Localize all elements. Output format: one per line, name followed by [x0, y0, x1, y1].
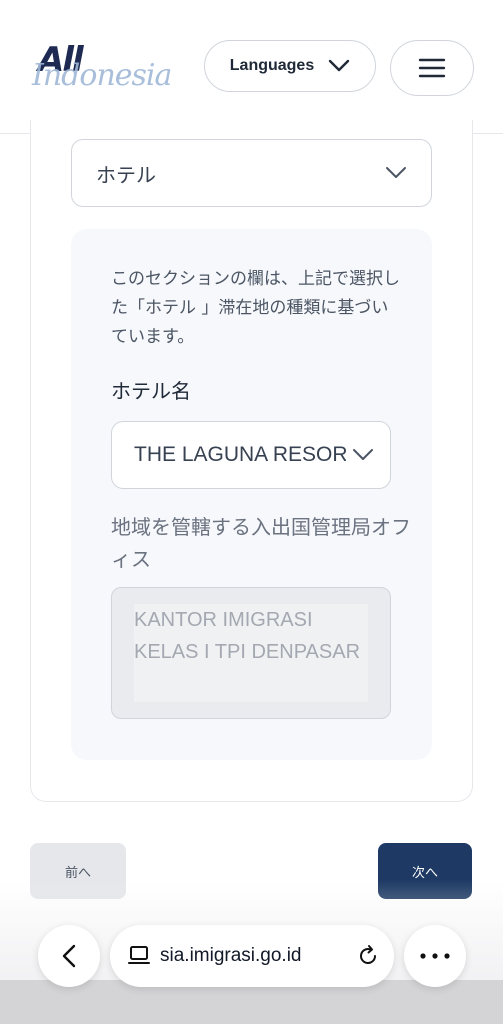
chevron-left-icon [62, 944, 76, 968]
languages-button[interactable]: Languages [204, 40, 376, 92]
hotel-name-value: THE LAGUNA RESORT [134, 443, 346, 466]
hotel-name-label: ホテル名 [111, 379, 191, 403]
hamburger-menu-button[interactable] [390, 40, 474, 96]
panel-note: このセクションの欄は、上記で選択した「ホテル 」滞在地の種類に基づいています。 [111, 269, 400, 347]
immigration-office-field: KANTOR IMIGRASI KELAS I TPI DENPASAR [111, 587, 391, 719]
browser-url: sia.imigrasi.go.id [160, 945, 302, 966]
tab-overview-icon [128, 946, 150, 964]
chevron-down-icon [329, 59, 350, 72]
hotel-name-select[interactable]: THE LAGUNA RESORT [111, 421, 391, 489]
chevron-down-icon [386, 167, 406, 178]
browser-address-bar[interactable]: sia.imigrasi.go.id [110, 925, 394, 987]
accommodation-type-select[interactable]: ホテル [71, 139, 432, 207]
more-dots-icon [420, 953, 450, 959]
site-header: All Indonesia Languages [0, 0, 503, 134]
languages-label: Languages [229, 57, 315, 74]
browser-back-button[interactable] [38, 925, 100, 987]
browser-more-button[interactable] [404, 925, 466, 987]
accommodation-type-value: ホテル [96, 162, 156, 187]
all-indonesia-logo[interactable]: All Indonesia [32, 40, 172, 100]
menu-icon [418, 58, 446, 78]
accommodation-details-panel: このセクションの欄は、上記で選択した「ホテル 」滞在地の種類に基づいています。 … [71, 229, 432, 760]
reload-icon[interactable] [356, 944, 380, 968]
immigration-office-label: 地域を管轄する入出国管理局オフィス [111, 515, 411, 571]
immigration-office-value: KANTOR IMIGRASI KELAS I TPI DENPASAR [134, 604, 368, 702]
logo-indonesia-text: Indonesia [32, 58, 172, 93]
chevron-down-icon [353, 449, 373, 460]
